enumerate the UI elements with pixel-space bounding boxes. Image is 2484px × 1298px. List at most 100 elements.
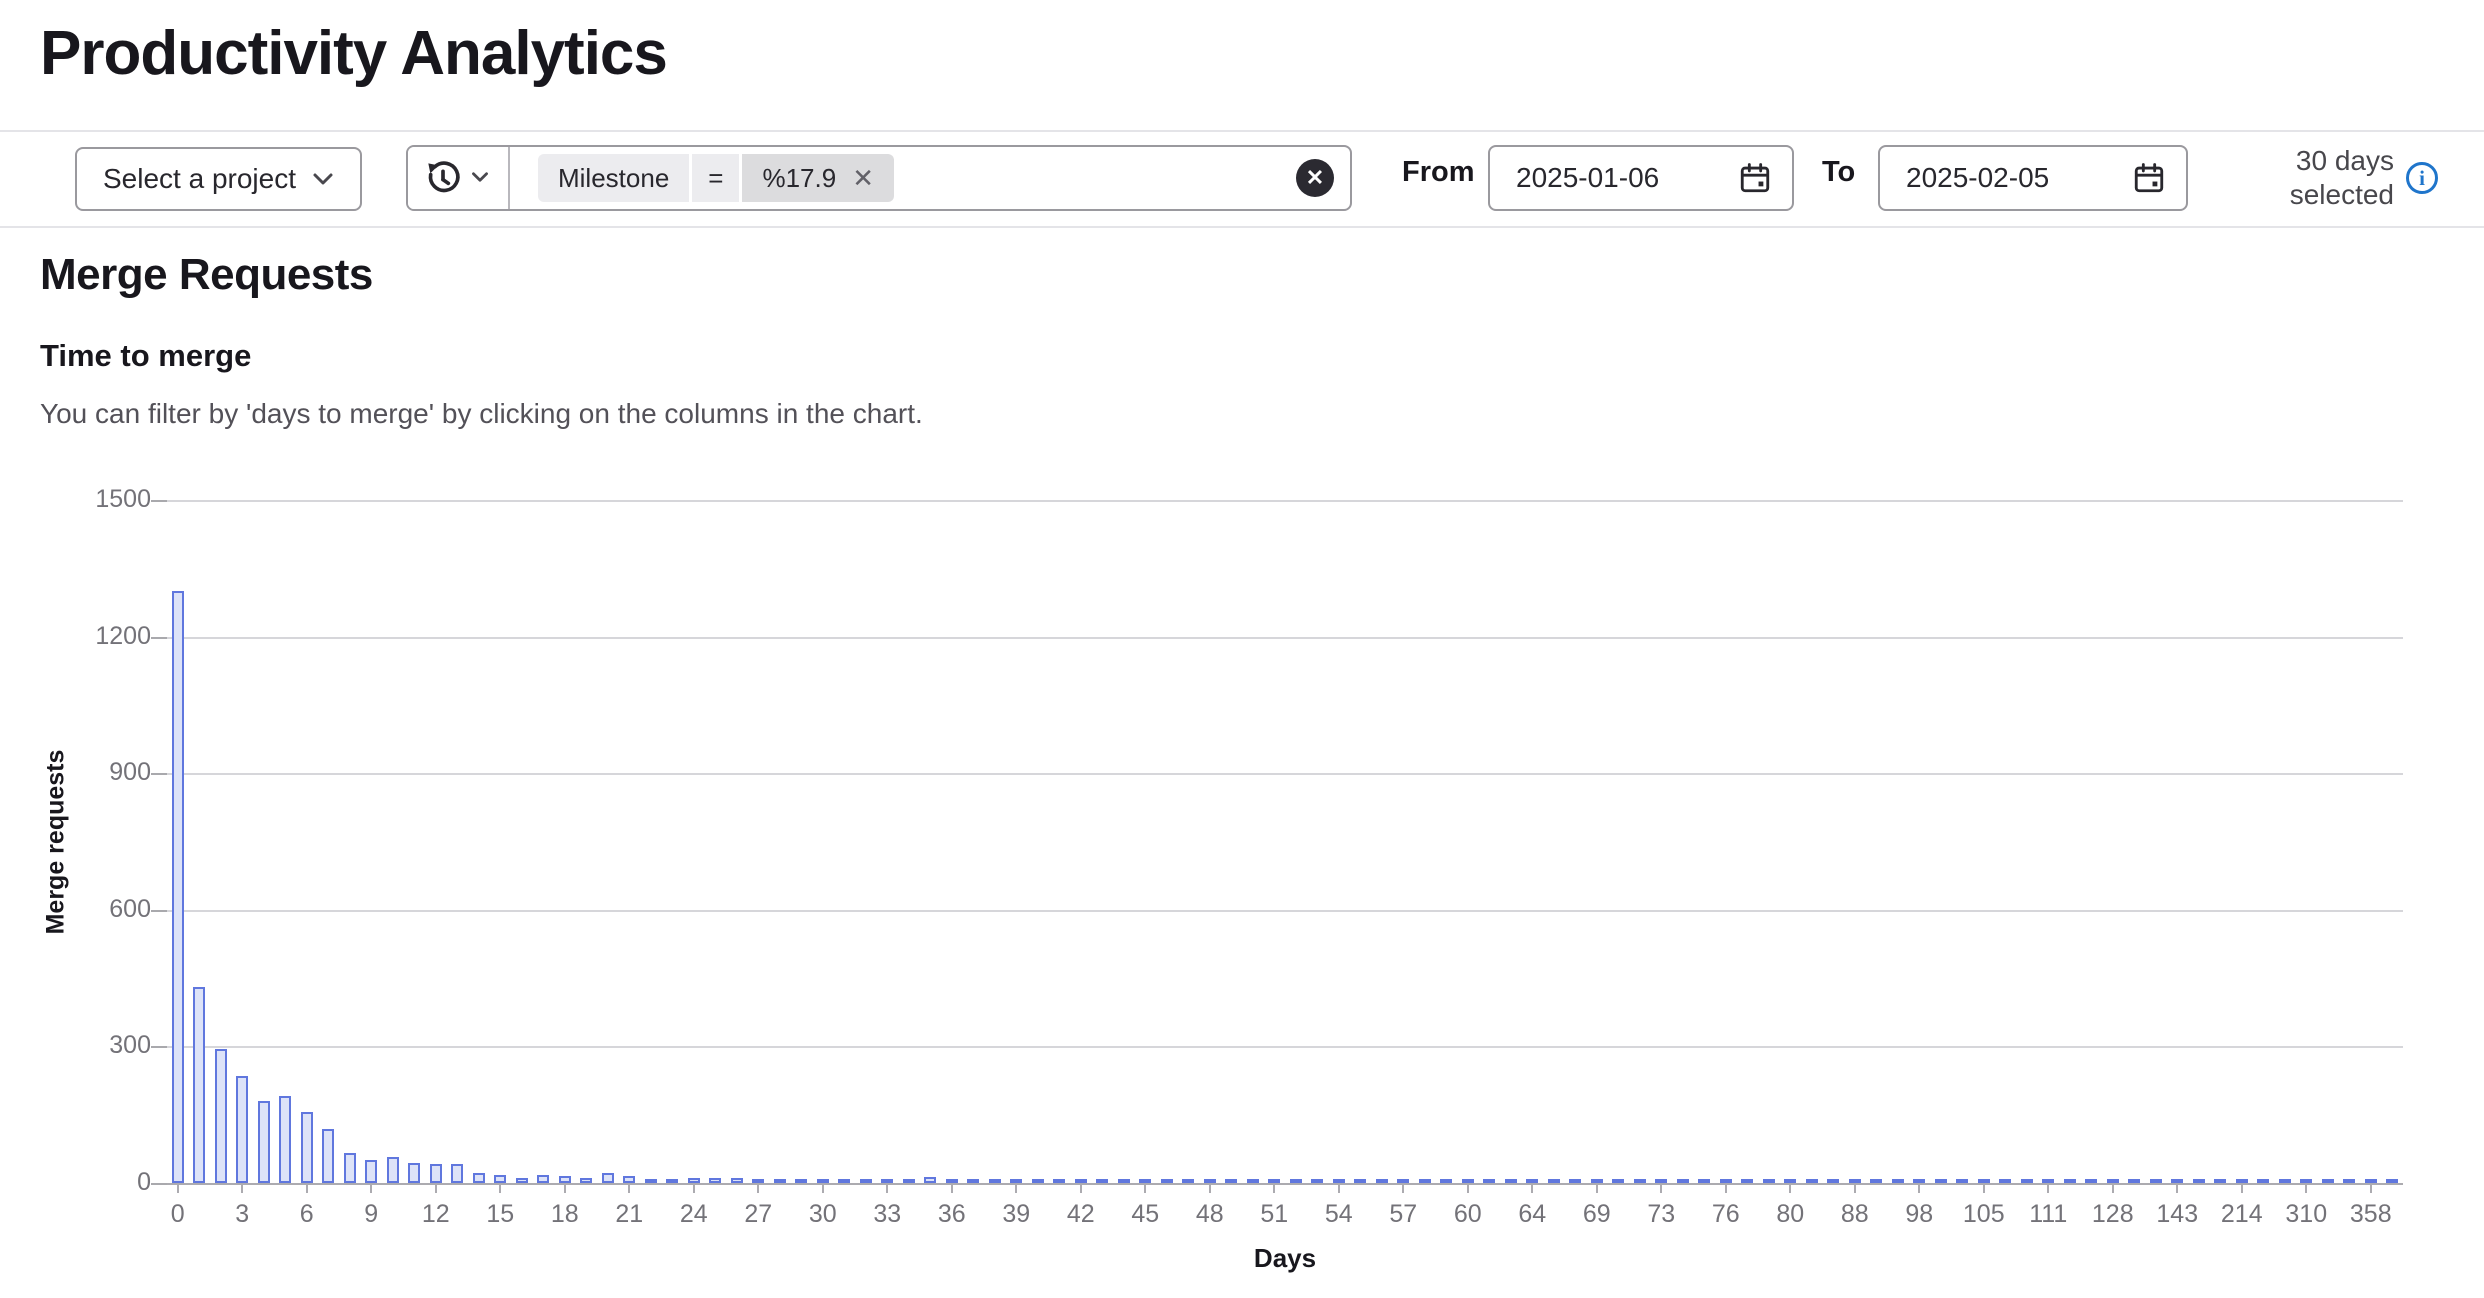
- chart-bar[interactable]: [2214, 1179, 2226, 1183]
- chart-bar[interactable]: [1935, 1179, 1947, 1183]
- chart-bar[interactable]: [1053, 1179, 1065, 1183]
- chart-bar[interactable]: [322, 1129, 334, 1183]
- chart-bar[interactable]: [1376, 1179, 1388, 1183]
- chart-bar[interactable]: [365, 1160, 377, 1183]
- chart-bar[interactable]: [215, 1049, 227, 1183]
- chart-bar[interactable]: [2343, 1179, 2355, 1183]
- chart-bar[interactable]: [1827, 1179, 1839, 1183]
- chart-bar[interactable]: [838, 1179, 850, 1183]
- chart-bar[interactable]: [1032, 1179, 1044, 1183]
- chart-bar[interactable]: [1311, 1179, 1323, 1183]
- info-icon[interactable]: i: [2406, 162, 2438, 194]
- chart-bar[interactable]: [1741, 1179, 1753, 1183]
- chart-bar[interactable]: [1161, 1179, 1173, 1183]
- chart-bar[interactable]: [1612, 1179, 1624, 1183]
- chart-bar[interactable]: [666, 1179, 678, 1183]
- chart-bar[interactable]: [623, 1176, 635, 1183]
- chart-bar[interactable]: [774, 1179, 786, 1183]
- chart-bar[interactable]: [795, 1179, 807, 1183]
- chart-bar[interactable]: [1290, 1179, 1302, 1183]
- chart-bar[interactable]: [1763, 1179, 1775, 1183]
- chart-bar[interactable]: [537, 1175, 549, 1183]
- x-tick-mark: [2176, 1183, 2178, 1193]
- chart-bar[interactable]: [1483, 1179, 1495, 1183]
- chart-bar[interactable]: [1806, 1179, 1818, 1183]
- chart-bar[interactable]: [1677, 1179, 1689, 1183]
- calendar-icon[interactable]: [2132, 161, 2166, 195]
- x-tick-mark: [2370, 1183, 2372, 1193]
- select-project-dropdown[interactable]: Select a project: [75, 147, 362, 211]
- y-tick-label: 0: [41, 1168, 151, 1197]
- chart-bar[interactable]: [2386, 1179, 2398, 1183]
- chart-bar[interactable]: [1440, 1179, 1452, 1183]
- chart-bar[interactable]: [1548, 1179, 1560, 1183]
- chart-bar[interactable]: [989, 1179, 1001, 1183]
- chart-bar[interactable]: [1569, 1179, 1581, 1183]
- chart-bar[interactable]: [1892, 1179, 1904, 1183]
- y-tick-label: 1500: [41, 485, 151, 514]
- filter-token-value[interactable]: %17.9 ✕: [742, 154, 894, 202]
- chart-bar[interactable]: [236, 1076, 248, 1183]
- search-history-button[interactable]: [408, 147, 510, 209]
- chart-bar[interactable]: [516, 1178, 528, 1183]
- x-tick-mark: [2241, 1183, 2243, 1193]
- chart-bar[interactable]: [709, 1178, 721, 1183]
- chart-bar[interactable]: [2064, 1179, 2076, 1183]
- chart-bar[interactable]: [1999, 1179, 2011, 1183]
- chart-bar[interactable]: [1182, 1179, 1194, 1183]
- from-date-input[interactable]: 2025-01-06: [1488, 145, 1794, 211]
- chart-bar[interactable]: [1956, 1179, 1968, 1183]
- filter-token-key[interactable]: Milestone: [538, 154, 689, 202]
- chart-bar[interactable]: [279, 1096, 291, 1183]
- chart-bar[interactable]: [1505, 1179, 1517, 1183]
- chart-bar[interactable]: [473, 1173, 485, 1183]
- productivity-analytics-page: Productivity Analytics Select a project: [0, 0, 2484, 1298]
- chart-bar[interactable]: [1096, 1179, 1108, 1183]
- to-date-input[interactable]: 2025-02-05: [1878, 145, 2188, 211]
- select-project-label: Select a project: [103, 163, 296, 195]
- chart-bar[interactable]: [451, 1164, 463, 1183]
- chart-bar[interactable]: [2257, 1179, 2269, 1183]
- chart-bar[interactable]: [903, 1179, 915, 1183]
- x-tick-mark: [1015, 1183, 1017, 1193]
- chart-bar[interactable]: [1118, 1179, 1130, 1183]
- chart-bar[interactable]: [1225, 1179, 1237, 1183]
- chart-bar[interactable]: [387, 1157, 399, 1183]
- chart-bar[interactable]: [2021, 1179, 2033, 1183]
- chart-bar[interactable]: [2322, 1179, 2334, 1183]
- chart-bar[interactable]: [2085, 1179, 2097, 1183]
- clear-filters-button[interactable]: ✕: [1296, 159, 1334, 197]
- chart-bar[interactable]: [430, 1164, 442, 1183]
- chart-bar[interactable]: [731, 1178, 743, 1183]
- chart-bar[interactable]: [2279, 1179, 2291, 1183]
- chart-bar[interactable]: [172, 591, 184, 1183]
- chart-bar[interactable]: [967, 1179, 979, 1183]
- chart-bar[interactable]: [193, 987, 205, 1183]
- chart-bar[interactable]: [258, 1101, 270, 1183]
- chart-bar[interactable]: [1634, 1179, 1646, 1183]
- chart-bar[interactable]: [494, 1175, 506, 1183]
- chart-bar[interactable]: [2193, 1179, 2205, 1183]
- chart-bar[interactable]: [580, 1178, 592, 1183]
- chart-bar[interactable]: [1870, 1179, 1882, 1183]
- chart-bar[interactable]: [408, 1163, 420, 1183]
- filtered-search-input[interactable]: Milestone = %17.9 ✕ ✕: [510, 147, 1350, 209]
- chart-bar[interactable]: [1354, 1179, 1366, 1183]
- chart-bar[interactable]: [559, 1176, 571, 1183]
- chart-bar[interactable]: [602, 1173, 614, 1183]
- chart-bar[interactable]: [2128, 1179, 2140, 1183]
- chart-bar[interactable]: [1698, 1179, 1710, 1183]
- chart-bar[interactable]: [1247, 1179, 1259, 1183]
- close-icon[interactable]: ✕: [852, 165, 874, 191]
- chart-bar[interactable]: [860, 1179, 872, 1183]
- chart-bar[interactable]: [2150, 1179, 2162, 1183]
- chart-bar[interactable]: [924, 1177, 936, 1183]
- gridline: [167, 500, 2403, 502]
- chart-bar[interactable]: [301, 1112, 313, 1183]
- chart-bar[interactable]: [1419, 1179, 1431, 1183]
- filter-token-operator[interactable]: =: [692, 154, 739, 202]
- chart-bar[interactable]: [645, 1179, 657, 1183]
- chart-bar[interactable]: [344, 1153, 356, 1183]
- calendar-icon[interactable]: [1738, 161, 1772, 195]
- gridline: [167, 910, 2403, 912]
